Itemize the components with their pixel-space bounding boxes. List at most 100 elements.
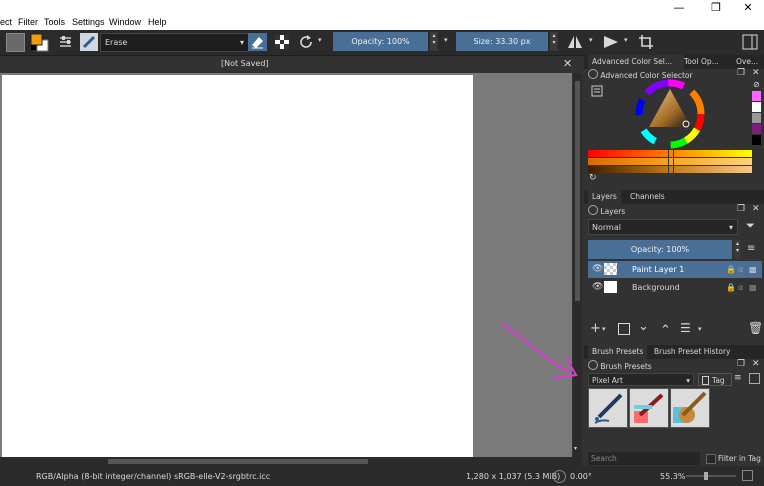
layer-properties-icon[interactable]: ☰: [680, 321, 691, 335]
close-docker-icon[interactable]: ✕: [752, 68, 760, 78]
float-docker-icon[interactable]: ❐: [737, 204, 745, 214]
float-docker-icon[interactable]: ❐: [737, 68, 745, 78]
opacity-spinner[interactable]: ▴ ▾: [430, 32, 438, 51]
scroll-down-icon[interactable]: ▾: [574, 445, 577, 452]
tab-advanced-color-selector[interactable]: Advanced Color Sel...: [588, 55, 684, 69]
refresh-icon[interactable]: ↻: [589, 173, 597, 183]
swatch-pink[interactable]: [752, 91, 761, 101]
chevron-down-icon[interactable]: ▾: [589, 36, 593, 44]
fg-bg-color-icon[interactable]: [30, 33, 50, 52]
reset-colors-icon[interactable]: ⊘: [753, 80, 760, 89]
lock-icon[interactable]: 🔒: [726, 261, 736, 278]
reload-preset-icon[interactable]: [298, 34, 314, 50]
add-layer-icon[interactable]: +: [590, 321, 601, 336]
alpha-lock-icon[interactable]: [274, 34, 290, 50]
layer-blend-mode-select[interactable]: Normal ▾: [588, 219, 738, 235]
mirror-horizontal-icon[interactable]: [566, 34, 584, 50]
tab-layers[interactable]: Layers: [588, 190, 621, 204]
layer-thumbnail: [604, 263, 617, 275]
layers-menu-icon[interactable]: ≡: [747, 243, 755, 254]
tab-tool-options[interactable]: Tool Op...: [680, 55, 726, 69]
alpha-icon[interactable]: α: [738, 261, 743, 278]
menu-item-tools[interactable]: Tools: [44, 17, 65, 27]
color-wheel[interactable]: [635, 79, 705, 149]
swatch-grey[interactable]: [752, 113, 761, 123]
move-layer-down-icon[interactable]: ⌄: [638, 319, 649, 334]
minimize-button[interactable]: —: [667, 1, 691, 15]
chevron-down-icon[interactable]: ▾: [602, 325, 606, 333]
filter-in-tag-checkbox[interactable]: [706, 454, 716, 464]
storage-icon[interactable]: [749, 373, 760, 384]
chevron-down-icon: ▾: [728, 223, 733, 232]
toggle-docker-icon[interactable]: [742, 34, 758, 50]
layer-row-paint-layer-1[interactable]: 👁 Paint Layer 1 🔒 α ▩: [588, 261, 762, 278]
horizontal-scrollbar[interactable]: [0, 457, 582, 466]
layer-opacity-spinner[interactable]: ▴ ▾: [734, 240, 741, 259]
canvas-document[interactable]: [2, 75, 473, 457]
color-selector-settings-icon[interactable]: [591, 85, 603, 97]
swatch-black[interactable]: [752, 135, 761, 145]
close-canvas-button[interactable]: ✕: [563, 57, 572, 70]
alpha-icon[interactable]: α: [738, 279, 743, 296]
blend-mode-value: Erase: [105, 38, 128, 47]
vertical-scrollbar-thumb[interactable]: [575, 81, 580, 301]
opacity-slider[interactable]: Opacity: 100%: [333, 32, 428, 51]
tab-channels[interactable]: Channels: [626, 190, 669, 204]
brush-preset-icon[interactable]: [80, 33, 98, 51]
pattern-swatch[interactable]: [6, 33, 25, 52]
brush-preset-2[interactable]: [629, 388, 669, 428]
wrap-around-icon[interactable]: [638, 34, 654, 50]
brush-preset-3[interactable]: [670, 388, 710, 428]
tag-filter-select[interactable]: Pixel Art ▾: [588, 373, 694, 386]
zoom-slider-handle[interactable]: [704, 472, 708, 480]
restore-button[interactable]: ❐: [704, 1, 728, 15]
view-menu-icon[interactable]: ≡: [734, 373, 742, 383]
filter-icon[interactable]: ⏷: [746, 219, 755, 233]
size-slider[interactable]: Size: 33.30 px: [456, 32, 548, 51]
inherit-alpha-icon[interactable]: ▩: [749, 279, 757, 296]
visibility-eye-icon[interactable]: 👁: [592, 261, 603, 278]
delete-layer-icon[interactable]: 🗑: [748, 321, 763, 335]
tool-options-toolbar: Erase ▾ ▾ Opacity: 100% ▴ ▾ ▾ Size: 33.30…: [0, 30, 764, 56]
chevron-down-icon[interactable]: ▾: [444, 36, 448, 44]
swatch-white[interactable]: [752, 102, 761, 112]
menu-item-window[interactable]: Window: [109, 17, 141, 27]
chevron-down-icon[interactable]: ▾: [698, 325, 702, 333]
layer-opacity-slider[interactable]: Opacity: 100%: [588, 240, 732, 259]
brush-settings-icon[interactable]: [58, 35, 73, 50]
menu-item-project[interactable]: ect: [0, 17, 12, 27]
fit-view-icon[interactable]: [742, 470, 753, 481]
close-docker-icon[interactable]: ✕: [752, 204, 760, 214]
layers-title: Layers: [600, 207, 626, 216]
menu-item-settings[interactable]: Settings: [72, 17, 105, 27]
docker-float-icon: [588, 205, 598, 215]
move-layer-up-icon[interactable]: ⌃: [660, 323, 671, 338]
chevron-down-icon[interactable]: ▾: [624, 36, 628, 44]
tab-brush-preset-history[interactable]: Brush Preset History: [650, 345, 734, 359]
lock-icon[interactable]: 🔒: [726, 279, 736, 296]
swatch-purple[interactable]: [752, 124, 761, 134]
inherit-alpha-icon[interactable]: ▩: [749, 261, 757, 278]
chevron-down-icon[interactable]: ▾: [318, 36, 322, 44]
tab-overview[interactable]: Ove...: [732, 55, 764, 69]
visibility-eye-icon[interactable]: 👁: [592, 279, 603, 296]
tab-brush-presets[interactable]: Brush Presets: [588, 345, 648, 359]
eraser-mode-icon[interactable]: [248, 33, 267, 51]
brush-search-input[interactable]: Search: [588, 452, 700, 465]
horizontal-scrollbar-thumb[interactable]: [108, 459, 368, 464]
tag-button[interactable]: Tag: [698, 373, 732, 386]
mirror-vertical-icon[interactable]: [602, 34, 620, 50]
blend-mode-select[interactable]: Erase ▾: [100, 33, 249, 52]
menu-item-help[interactable]: Help: [148, 17, 167, 27]
rotation-icon[interactable]: [553, 470, 566, 483]
close-window-button[interactable]: ✕: [736, 1, 760, 15]
duplicate-layer-icon[interactable]: [618, 323, 630, 335]
brush-preset-1[interactable]: [588, 388, 628, 428]
zoom-slider[interactable]: [686, 472, 736, 480]
layer-row-background[interactable]: 👁 Background 🔒 α ▩: [588, 279, 762, 296]
float-docker-icon[interactable]: ❐: [737, 359, 745, 369]
size-spinner[interactable]: ▴ ▾: [550, 32, 558, 51]
close-docker-icon[interactable]: ✕: [752, 359, 760, 369]
menu-item-filter[interactable]: Filter: [18, 17, 38, 27]
vertical-scrollbar[interactable]: ▾: [573, 73, 582, 457]
